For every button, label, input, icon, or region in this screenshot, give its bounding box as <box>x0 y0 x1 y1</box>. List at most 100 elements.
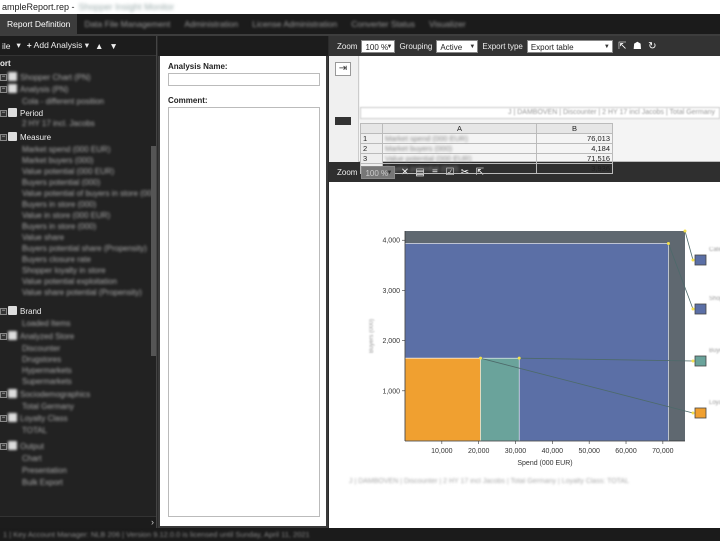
export-type-select[interactable]: Export table▼ <box>527 40 613 53</box>
menu-tab[interactable]: Converter Status <box>344 14 422 34</box>
report-tree-panel: ile ▾ + Add Analysis ▾ ▲ ▼ ort Shopper C… <box>0 36 157 528</box>
anchor-dot <box>692 259 695 262</box>
legend-swatch[interactable] <box>695 304 706 314</box>
refresh-icon[interactable]: ↻ <box>647 41 658 52</box>
menu-bar: Report DefinitionData File ManagementAdm… <box>0 14 720 36</box>
chart-zoom-select[interactable]: 100 %▼ <box>361 166 395 179</box>
collapse-toggle-icon[interactable]: − <box>0 110 7 117</box>
menu-tab[interactable]: Data File Management <box>77 14 177 34</box>
window-subtitle: Shopper Insight Monitor <box>79 2 175 12</box>
tree-group[interactable]: Measure <box>8 132 51 144</box>
collapse-toggle-icon[interactable]: − <box>0 333 7 340</box>
menu-tab[interactable]: Visualizer <box>422 14 473 34</box>
legend-swatch[interactable] <box>695 408 706 418</box>
column-header-b[interactable]: B <box>537 124 613 134</box>
table-row[interactable]: 3Value potential (000 EUR)71,516 <box>361 154 613 164</box>
tree-label: Supermarkets <box>22 377 72 386</box>
tree-group[interactable]: Output <box>8 441 44 453</box>
move-up-icon[interactable]: ▲ <box>95 41 103 51</box>
menu-tab[interactable]: Administration <box>177 14 245 34</box>
collapse-toggle-icon[interactable]: − <box>0 443 7 450</box>
tree-item[interactable]: Chart <box>22 453 42 465</box>
table-header-row: A B <box>361 124 613 134</box>
tree-item[interactable]: 2 HY 17 incl. Jacobs <box>22 118 95 130</box>
move-down-icon[interactable]: ▼ <box>109 41 117 51</box>
add-analysis-button[interactable]: + Add Analysis ▾ <box>27 40 89 51</box>
tree-group[interactable]: Brand <box>8 306 41 318</box>
tree-label: Buyers potential share (Propensity) <box>22 244 147 253</box>
x-tick-label: 60,000 <box>615 448 637 455</box>
tree-label: Brand <box>20 307 41 316</box>
file-dropdown-icon[interactable]: ▾ <box>17 40 21 51</box>
tree-vertical-scrollbar[interactable] <box>151 146 156 356</box>
tree-label: Bulk Export <box>22 478 63 487</box>
collapse-toggle-icon[interactable]: − <box>0 391 7 398</box>
tree-label: Measure <box>20 133 51 142</box>
analysis-form: Analysis Name: Comment: <box>160 56 326 526</box>
menu-tab[interactable]: License Administration <box>245 14 344 34</box>
chart-area-buyer[interactable] <box>405 358 481 441</box>
legend-swatch[interactable] <box>695 255 706 265</box>
tree-item[interactable]: TOTAL <box>22 425 47 437</box>
grouping-label: Grouping <box>399 42 432 51</box>
tree-root-label: ort <box>0 59 11 68</box>
tree-label: Discounter <box>22 344 60 353</box>
app-window: ampleReport.rep -Shopper Insight Monitor… <box>0 0 720 541</box>
tree-item[interactable]: Bulk Export <box>22 477 63 489</box>
comment-textarea[interactable] <box>168 107 320 517</box>
collapse-toggle-icon[interactable]: − <box>0 415 7 422</box>
export-type-label: Export type <box>482 42 522 51</box>
folder-icon <box>8 389 17 398</box>
analysis-name-input[interactable] <box>168 73 320 86</box>
scroll-right-icon[interactable]: › <box>151 517 154 527</box>
legend-swatch[interactable] <box>695 356 706 366</box>
add-analysis-label: Add Analysis <box>34 40 83 50</box>
collapse-toggle-icon[interactable]: − <box>0 74 7 81</box>
layout-icon[interactable]: ⇥ <box>335 62 351 76</box>
user-add-icon[interactable]: ☗ <box>632 41 643 52</box>
tree-item[interactable]: Value share potential (Propensity) <box>22 287 142 299</box>
tree-label: Market spend (000 EUR) <box>22 145 110 154</box>
y-tick-label: 3,000 <box>382 288 400 295</box>
tree-group[interactable]: Shopper Chart (PN) <box>8 72 91 84</box>
tree-group[interactable]: Analysis (PN) <box>8 84 68 96</box>
column-header-a[interactable]: A <box>383 124 537 134</box>
cell-b: 3,936 <box>537 164 613 174</box>
tree-group[interactable]: Analyzed Store <box>8 331 74 343</box>
tree-item[interactable]: Loaded Items <box>22 318 70 330</box>
tree-item[interactable]: Total Germany <box>22 401 74 413</box>
table-row[interactable]: 2Market buyers (000)4,184 <box>361 144 613 154</box>
collapse-icon[interactable] <box>335 117 351 125</box>
row-number: 1 <box>361 134 383 144</box>
table-row[interactable]: 1Market spend (000 EUR)76,013 <box>361 134 613 144</box>
collapse-toggle-icon[interactable]: − <box>0 134 7 141</box>
tree-label: Market buyers (000) <box>22 156 94 165</box>
collapse-toggle-icon[interactable]: − <box>0 308 7 315</box>
table-header-area <box>360 56 720 107</box>
cell-a: Market spend (000 EUR) <box>383 134 537 144</box>
table-row[interactable]: 4Buyers potential (000)3,936 <box>361 164 613 174</box>
tree-label: Analyzed Store <box>20 332 74 341</box>
collapse-toggle-icon[interactable]: − <box>0 86 7 93</box>
chevron-down-icon: ▼ <box>469 41 475 54</box>
tree-group[interactable]: Loyalty Class <box>8 413 68 425</box>
export-icon[interactable]: ⇱ <box>617 41 628 52</box>
y-tick-label: 1,000 <box>382 388 400 395</box>
folder-icon <box>8 331 17 340</box>
table-preview: ⇥ J | DAMBOVEN | Discounter | 2 HY 17 in… <box>329 56 720 162</box>
grouping-select[interactable]: Active ▼ <box>436 40 478 53</box>
tree-item[interactable]: Supermarkets <box>22 376 72 388</box>
file-menu[interactable]: ile <box>2 41 11 51</box>
tree-item[interactable]: Presentation <box>22 465 67 477</box>
tree-label: Value in store (000 EUR) <box>22 211 110 220</box>
grouping-value: Active <box>440 43 462 52</box>
tree-label: TOTAL <box>22 426 47 435</box>
tree-group[interactable]: Sociodemographics <box>8 389 90 401</box>
tree-horizontal-scrollbar[interactable]: › <box>0 516 157 528</box>
menu-tab[interactable]: Report Definition <box>0 14 77 34</box>
tree-root[interactable]: ort <box>0 58 11 70</box>
tree-item[interactable]: Cola - different position <box>22 96 104 108</box>
zoom-select[interactable]: 100 %▼ <box>361 40 395 53</box>
left-toolbar: ile ▾ + Add Analysis ▾ ▲ ▼ <box>0 36 156 56</box>
x-tick-label: 30,000 <box>505 448 527 455</box>
